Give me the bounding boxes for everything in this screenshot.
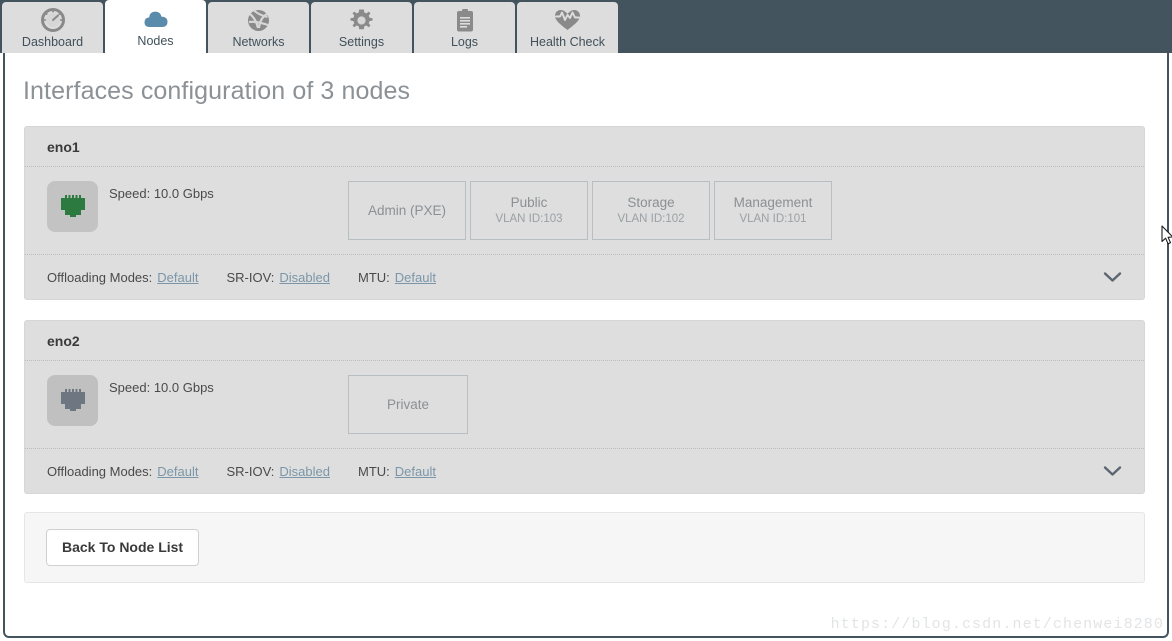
network-vlan: VLAN ID:103 xyxy=(495,213,563,225)
mtu-label: MTU: xyxy=(358,463,390,479)
sriov-label: SR-IOV: xyxy=(226,463,275,479)
sriov-eno2: SR-IOV: Disabled xyxy=(226,464,330,479)
tab-networks-label: Networks xyxy=(232,35,285,49)
network-box-storage[interactable]: Storage VLAN ID:102 xyxy=(592,181,710,240)
interface-speed-eno2: Speed: 10.0 Gbps xyxy=(109,380,214,395)
heartbeat-icon xyxy=(554,7,581,33)
main-tab-list: Dashboard Nodes Networks Settings Logs H… xyxy=(0,0,1172,53)
gear-icon xyxy=(349,7,374,33)
sriov-eno1: SR-IOV: Disabled xyxy=(226,270,330,285)
assigned-networks-eno2: Private xyxy=(348,375,468,434)
back-to-node-list-button[interactable]: Back To Node List xyxy=(46,529,200,566)
ethernet-port-icon xyxy=(47,181,98,232)
tab-networks[interactable]: Networks xyxy=(208,2,309,53)
chevron-down-icon[interactable] xyxy=(1103,465,1122,477)
tab-nodes-label: Nodes xyxy=(137,34,174,48)
tab-nodes[interactable]: Nodes xyxy=(105,0,206,53)
chevron-down-icon[interactable] xyxy=(1103,271,1122,283)
interface-panel-eno2: eno2 Speed: 10.0 Gbps Private Offloading… xyxy=(24,320,1145,494)
network-vlan: VLAN ID:102 xyxy=(617,213,685,225)
tab-settings[interactable]: Settings xyxy=(311,2,412,53)
sriov-label: SR-IOV: xyxy=(226,269,275,285)
network-vlan: VLAN ID:101 xyxy=(739,213,807,225)
page-title: Interfaces configuration of 3 nodes xyxy=(23,77,411,105)
speedometer-icon xyxy=(40,7,66,33)
ethernet-port-icon xyxy=(47,375,98,426)
network-box-admin-pxe[interactable]: Admin (PXE) xyxy=(348,181,466,240)
tab-health-check-label: Health Check xyxy=(529,35,606,49)
tab-dashboard-label: Dashboard xyxy=(21,35,84,49)
mtu-link[interactable]: Default xyxy=(395,270,436,285)
offloading-modes-link[interactable]: Default xyxy=(157,464,198,479)
interface-footer-eno2: Offloading Modes: Default SR-IOV: Disabled… xyxy=(25,449,1144,493)
interface-footer-eno1: Offloading Modes: Default SR-IOV: Disabled… xyxy=(25,255,1144,299)
tab-settings-label: Settings xyxy=(338,35,385,49)
network-name: Storage xyxy=(627,195,675,210)
content-frame: Interfaces configuration of 3 nodes eno1… xyxy=(3,53,1169,638)
clipboard-icon xyxy=(454,7,476,33)
network-box-public[interactable]: Public VLAN ID:103 xyxy=(470,181,588,240)
interface-panel-eno1: eno1 Speed: 10.0 Gbps Admin (PXE) Public… xyxy=(24,126,1145,300)
network-box-management[interactable]: Management VLAN ID:101 xyxy=(714,181,832,240)
cloud-icon xyxy=(143,6,169,32)
interface-body-eno1: Speed: 10.0 Gbps Admin (PXE) Public VLAN… xyxy=(25,167,1144,255)
network-name: Private xyxy=(386,397,430,412)
assigned-networks-eno1: Admin (PXE) Public VLAN ID:103 Storage V… xyxy=(348,181,832,240)
interface-speed-eno1: Speed: 10.0 Gbps xyxy=(109,186,214,201)
offloading-modes-link[interactable]: Default xyxy=(157,270,198,285)
tab-health-check[interactable]: Health Check xyxy=(517,2,618,53)
sriov-link[interactable]: Disabled xyxy=(279,464,330,479)
interface-summary-eno1: Speed: 10.0 Gbps xyxy=(47,181,347,232)
globe-icon xyxy=(246,7,271,33)
mtu-eno1: MTU: Default xyxy=(358,270,436,285)
offloading-modes-label: Offloading Modes: xyxy=(47,269,153,285)
mtu-link[interactable]: Default xyxy=(395,464,436,479)
tab-dashboard[interactable]: Dashboard xyxy=(2,2,103,53)
interface-body-eno2: Speed: 10.0 Gbps Private xyxy=(25,361,1144,449)
network-box-private[interactable]: Private xyxy=(348,375,468,434)
network-name: Admin (PXE) xyxy=(367,202,447,218)
top-navbar: Dashboard Nodes Networks Settings Logs H… xyxy=(0,0,1172,53)
sriov-link[interactable]: Disabled xyxy=(279,270,330,285)
offloading-modes-label: Offloading Modes: xyxy=(47,463,153,479)
interface-name-eno2: eno2 xyxy=(25,321,1144,361)
interface-name-eno1: eno1 xyxy=(25,127,1144,167)
mtu-eno2: MTU: Default xyxy=(358,464,436,479)
tab-logs[interactable]: Logs xyxy=(414,2,515,53)
tab-logs-label: Logs xyxy=(450,35,479,49)
mtu-label: MTU: xyxy=(358,269,390,285)
action-panel: Back To Node List xyxy=(24,512,1145,583)
network-name: Management xyxy=(733,195,813,210)
offloading-modes-eno2: Offloading Modes: Default xyxy=(47,464,198,479)
network-name: Public xyxy=(510,195,548,210)
offloading-modes-eno1: Offloading Modes: Default xyxy=(47,270,198,285)
interface-summary-eno2: Speed: 10.0 Gbps xyxy=(47,375,347,426)
